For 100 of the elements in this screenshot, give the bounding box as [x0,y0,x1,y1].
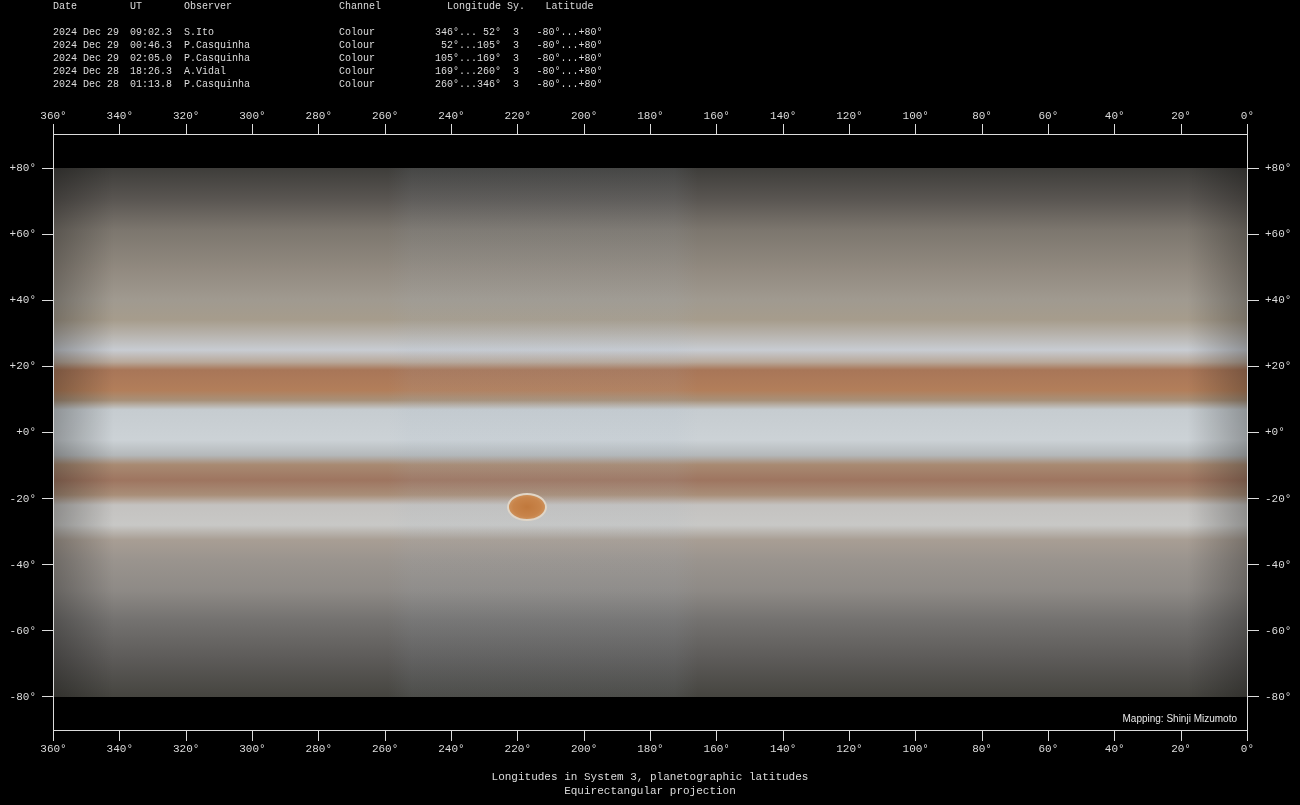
table-cell: 3 [513,52,519,65]
longitude-label: 360° [40,110,67,122]
table-cell: Colour [339,26,375,39]
column-header: Longitude [447,0,501,13]
latitude-label: +80° [1265,162,1292,175]
longitude-label: 40° [1104,110,1125,122]
table-cell: Colour [339,78,375,91]
column-header: Sy. [507,0,525,13]
map-credit: Mapping: Shinji Mizumoto [1122,713,1237,725]
latitude-label: +40° [9,294,36,307]
table-cell: P.Casquinha [184,39,250,52]
longitude-label: 20° [1171,110,1191,122]
table-cell: 3 [513,26,519,39]
longitude-label: 360° [40,743,67,755]
longitude-label: 300° [239,110,266,122]
table-cell: 01:13.8 [130,78,172,91]
latitude-label: -40° [9,558,36,571]
table-cell: -80°...+80° [536,65,603,78]
longitude-label: 320° [172,743,200,755]
table-cell: 00:46.3 [130,39,172,52]
longitude-label: 280° [305,743,332,755]
latitude-label: +80° [9,162,36,175]
latitude-label: -80° [9,690,36,703]
table-cell: 2024 Dec 29 [53,39,119,52]
longitude-label: 180° [637,743,664,755]
table-cell: 3 [513,78,519,91]
longitude-label: 100° [902,743,929,755]
latitude-label: +40° [1265,294,1292,307]
longitude-label: 60° [1038,110,1059,122]
table-cell: 52°...105° [441,39,501,52]
longitude-label: 220° [504,743,531,755]
table-cell: 169°...260° [435,65,501,78]
table-cell: -80°...+80° [536,26,603,39]
longitude-label: 240° [438,743,465,755]
longitude-label: 200° [570,110,598,122]
column-header: Latitude [545,0,594,13]
latitude-label: +0° [16,426,36,439]
longitude-label: 300° [239,743,266,755]
table-cell: 260°...346° [435,78,501,91]
longitude-label: 80° [972,743,992,755]
longitude-label: 60° [1038,743,1059,755]
longitude-label: 280° [305,110,332,122]
oval-spot [507,493,547,521]
latitude-label: -80° [1265,690,1292,703]
table-cell: Colour [339,39,375,52]
table-cell: 105°...169° [435,52,501,65]
longitude-label: 80° [972,110,992,122]
table-cell: 2024 Dec 28 [53,78,119,91]
table-cell: 346°... 52° [435,26,501,39]
longitude-label: 160° [703,743,730,755]
table-cell: 09:02.3 [130,26,172,39]
latitude-label: -20° [9,492,36,505]
table-cell: 2024 Dec 29 [53,52,119,65]
latitude-label: +20° [1265,360,1292,373]
table-cell: -80°...+80° [536,78,603,91]
column-header: UT [130,0,142,13]
longitude-label: 260° [371,743,399,755]
longitude-label: 320° [172,110,200,122]
longitude-label: 140° [769,110,797,122]
latitude-label: +60° [9,228,36,241]
table-cell: -80°...+80° [536,52,603,65]
caption-line: Longitudes in System 3, planetographic latitudes [491,771,809,785]
longitude-label: 160° [703,110,730,122]
column-header: Channel [339,0,381,13]
longitude-label: 140° [769,743,797,755]
table-cell: -80°...+80° [536,39,603,52]
latitude-label: -60° [1265,624,1292,637]
longitude-label: 340° [106,743,133,755]
longitude-label: 40° [1104,743,1125,755]
longitude-label: 220° [504,110,531,122]
column-header: Observer [184,0,232,13]
table-cell: 18:26.3 [130,65,172,78]
longitude-label: 240° [438,110,465,122]
latitude-label: -60° [9,624,36,637]
latitude-label: -40° [1265,558,1292,571]
table-cell: A.Vidal [184,65,226,78]
longitude-label: 180° [637,110,664,122]
table-cell: Colour [339,65,375,78]
longitude-label: 0° [1240,743,1254,755]
longitude-label: 340° [106,110,133,122]
table-cell: 2024 Dec 28 [53,65,119,78]
caption-line: Equirectangular projection [564,784,736,798]
table-cell: Colour [339,52,375,65]
table-cell: P.Casquinha [184,78,250,91]
column-header: Date [53,0,77,13]
longitude-label: 120° [836,110,863,122]
longitude-label: 0° [1240,110,1254,122]
table-cell: 3 [513,65,519,78]
latitude-label: +0° [1265,426,1285,439]
table-cell: S.Ito [184,26,214,39]
table-cell: 2024 Dec 29 [53,26,119,39]
latitude-label: +20° [9,360,36,373]
latitude-label: +60° [1265,228,1292,241]
longitude-label: 200° [570,743,598,755]
longitude-label: 20° [1171,743,1191,755]
table-cell: 3 [513,39,519,52]
table-cell: 02:05.0 [130,52,172,65]
longitude-label: 120° [836,743,863,755]
longitude-label: 260° [371,110,399,122]
longitude-label: 100° [902,110,929,122]
